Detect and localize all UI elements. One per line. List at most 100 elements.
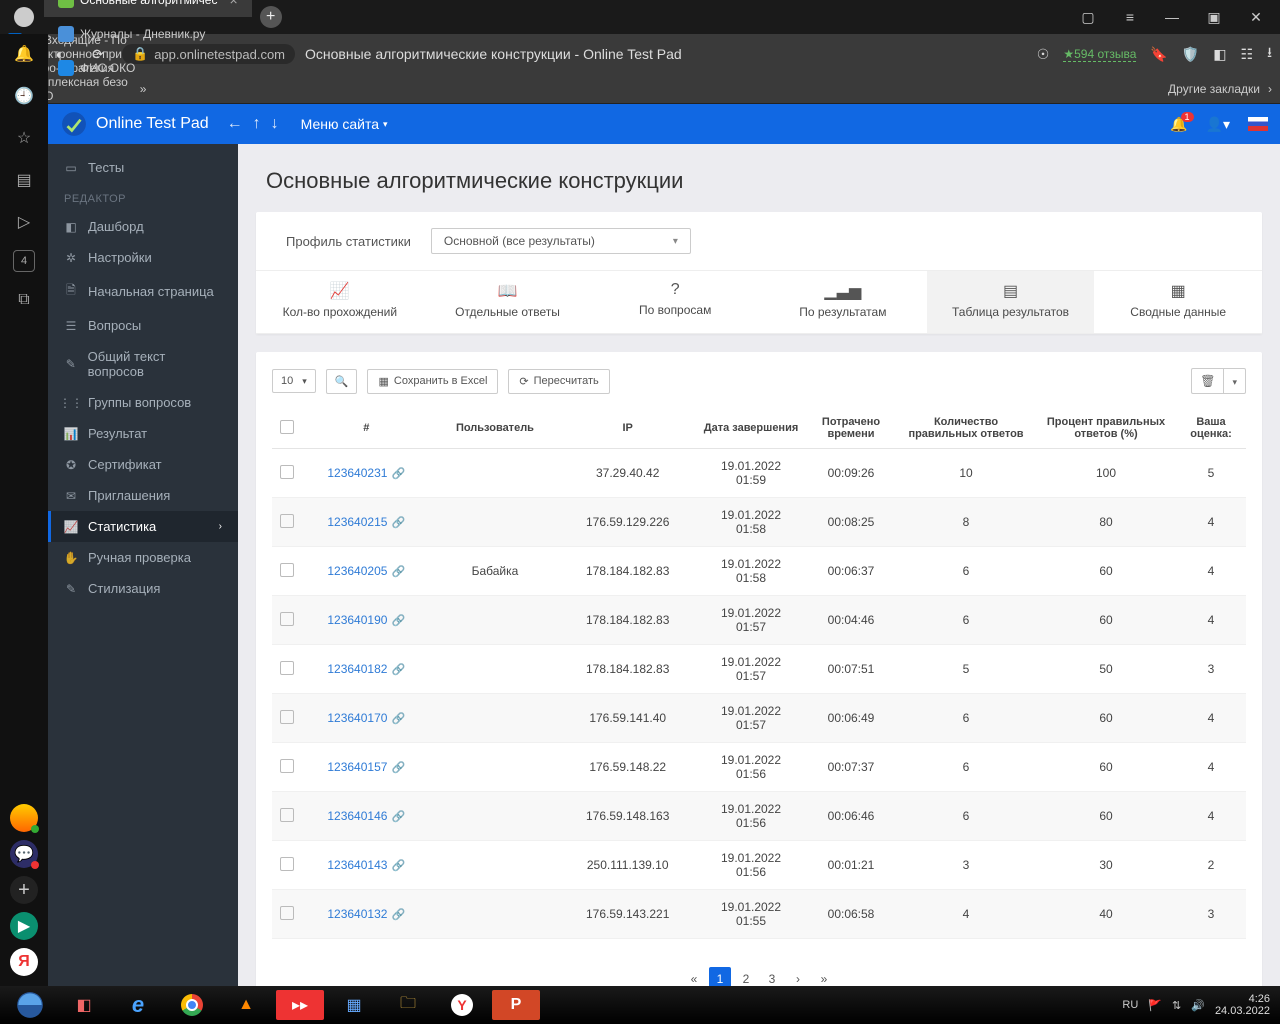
link-icon[interactable]: 🔗 xyxy=(391,566,405,578)
link-icon[interactable]: 🔗 xyxy=(391,909,405,921)
play-icon[interactable]: ▷ xyxy=(10,208,38,236)
page-button[interactable]: 2 xyxy=(735,967,757,986)
count-badge-icon[interactable]: 4 xyxy=(13,250,35,272)
result-id-link[interactable]: 123640215 xyxy=(327,515,387,529)
sidebar-item[interactable]: 🗎Начальная страница xyxy=(48,273,238,310)
dashboard-icon[interactable]: ▢ xyxy=(1068,0,1108,34)
export-excel-button[interactable]: ▦Сохранить в Excel xyxy=(367,369,498,394)
result-id-link[interactable]: 123640170 xyxy=(327,711,387,725)
delete-menu-button[interactable]: ▾ xyxy=(1223,368,1246,394)
avatar-icon[interactable] xyxy=(4,0,44,34)
tray-clock[interactable]: 4:26 24.03.2022 xyxy=(1215,993,1274,1017)
anydesk-icon[interactable]: ▸▸ xyxy=(276,990,324,1020)
link-icon[interactable]: 🔗 xyxy=(391,762,405,774)
add-shortcut-button[interactable]: + xyxy=(10,876,38,904)
stream-icon[interactable]: ▶ xyxy=(10,912,38,940)
row-checkbox[interactable] xyxy=(280,759,294,773)
shield-icon[interactable]: 🛡️ xyxy=(1182,46,1199,63)
browser-tab[interactable]: Основные алгоритмичес× xyxy=(44,0,252,17)
nav-down-icon[interactable]: ↓ xyxy=(271,115,279,133)
sidebar-tests[interactable]: ▭Тесты xyxy=(48,152,238,183)
collections-icon[interactable]: ▤ xyxy=(10,166,38,194)
search-icon[interactable]: ☉ xyxy=(1037,46,1050,63)
sidebar-item[interactable]: ✎Стилизация xyxy=(48,573,238,604)
browser-tab[interactable]: Журналы - Дневник.ру xyxy=(44,17,252,51)
tray-sound-icon[interactable]: 🔊 xyxy=(1191,999,1205,1012)
totalcmd-icon[interactable]: ▦ xyxy=(330,990,378,1020)
start-button[interactable] xyxy=(6,990,54,1020)
tray-lang[interactable]: RU xyxy=(1122,999,1138,1011)
maximize-icon[interactable]: ▣ xyxy=(1194,0,1234,34)
history-icon[interactable]: 🕘 xyxy=(10,82,38,110)
nav-back-icon[interactable]: ← xyxy=(227,115,243,133)
row-checkbox[interactable] xyxy=(280,563,294,577)
row-checkbox[interactable] xyxy=(280,612,294,626)
sidebar-item[interactable]: 📊Результат xyxy=(48,418,238,449)
chrome-icon[interactable] xyxy=(168,990,216,1020)
link-icon[interactable]: 🔗 xyxy=(391,860,405,872)
ie-icon[interactable]: e xyxy=(114,990,162,1020)
stat-tab[interactable]: 📖Отдельные ответы xyxy=(424,271,592,334)
app-name[interactable]: Online Test Pad xyxy=(96,115,209,133)
favorites-icon[interactable]: ☆ xyxy=(10,124,38,152)
result-id-link[interactable]: 123640157 xyxy=(327,760,387,774)
explorer-icon[interactable]: 🗀 xyxy=(384,990,432,1020)
result-id-link[interactable]: 123640146 xyxy=(327,809,387,823)
close-tab-icon[interactable]: × xyxy=(229,0,237,8)
extension-icon[interactable]: ◧ xyxy=(1213,46,1226,63)
sidebar-item[interactable]: 📈Статистика› xyxy=(48,511,238,542)
link-icon[interactable]: 🔗 xyxy=(391,664,405,676)
page-button[interactable]: 3 xyxy=(761,967,783,986)
link-icon[interactable]: 🔗 xyxy=(391,811,405,823)
nav-up-icon[interactable]: ↑ xyxy=(253,115,261,133)
result-id-link[interactable]: 123640205 xyxy=(327,564,387,578)
tray-flag-icon[interactable]: 🚩 xyxy=(1148,999,1162,1012)
sidebar-item[interactable]: ◧Дашборд xyxy=(48,211,238,242)
app-logo-icon[interactable] xyxy=(60,110,88,138)
yandex-browser-icon[interactable]: Y xyxy=(438,990,486,1020)
row-checkbox[interactable] xyxy=(280,906,294,920)
new-tab-button[interactable]: + xyxy=(260,6,282,28)
sidebar-item[interactable]: ⋮⋮Группы вопросов xyxy=(48,387,238,418)
stat-tab[interactable]: ▁▃▅По результатам xyxy=(759,271,927,334)
office-icon[interactable]: ◧ xyxy=(60,990,108,1020)
language-flag-icon[interactable] xyxy=(1248,117,1268,131)
yandex-icon[interactable]: Я xyxy=(10,948,38,976)
result-id-link[interactable]: 123640231 xyxy=(327,466,387,480)
yandex-disk-icon[interactable] xyxy=(10,804,38,832)
stat-tab[interactable]: ?По вопросам xyxy=(591,271,759,334)
result-id-link[interactable]: 123640190 xyxy=(327,613,387,627)
user-menu-button[interactable]: 👤▾ xyxy=(1206,116,1230,133)
row-checkbox[interactable] xyxy=(280,857,294,871)
delete-button[interactable]: 🗑 xyxy=(1191,368,1223,394)
sidebar-item[interactable]: ✎Общий текст вопросов xyxy=(48,341,238,387)
powerpoint-icon[interactable]: P xyxy=(492,990,540,1020)
site-menu-button[interactable]: Меню сайта ▾ xyxy=(301,116,388,132)
screenshot-icon[interactable]: ⧉ xyxy=(10,286,38,314)
profile-select[interactable]: Основной (все результаты) ▾ xyxy=(431,228,691,254)
vlc-icon[interactable]: ▲ xyxy=(222,990,270,1020)
row-checkbox[interactable] xyxy=(280,465,294,479)
page-button[interactable]: › xyxy=(787,967,809,986)
result-id-link[interactable]: 123640143 xyxy=(327,858,387,872)
browser-tab[interactable]: ФИС ОКО xyxy=(44,51,252,85)
select-all-checkbox[interactable] xyxy=(280,420,294,434)
bookmark-icon[interactable]: 🔖 xyxy=(1150,46,1167,63)
other-bookmarks[interactable]: Другие закладки › xyxy=(1168,82,1272,96)
result-id-link[interactable]: 123640132 xyxy=(327,907,387,921)
page-button[interactable]: « xyxy=(683,967,705,986)
menu-icon[interactable]: ≡ xyxy=(1110,0,1150,34)
stat-tab[interactable]: ▤Таблица результатов xyxy=(927,271,1095,334)
tray-network-icon[interactable]: ⇅ xyxy=(1172,999,1181,1012)
sidebar-item[interactable]: ✪Сертификат xyxy=(48,449,238,480)
link-icon[interactable]: 🔗 xyxy=(391,517,405,529)
notifications-button[interactable]: 🔔1 xyxy=(1170,116,1187,133)
row-checkbox[interactable] xyxy=(280,514,294,528)
sidebar-item[interactable]: ✲Настройки xyxy=(48,242,238,273)
sidebar-item[interactable]: ✋Ручная проверка xyxy=(48,542,238,573)
link-icon[interactable]: 🔗 xyxy=(391,615,405,627)
stat-tab[interactable]: ▦Сводные данные xyxy=(1094,271,1262,334)
minimize-icon[interactable]: — xyxy=(1152,0,1192,34)
stat-tab[interactable]: 📈Кол-во прохождений xyxy=(256,271,424,334)
page-button[interactable]: 1 xyxy=(709,967,731,986)
